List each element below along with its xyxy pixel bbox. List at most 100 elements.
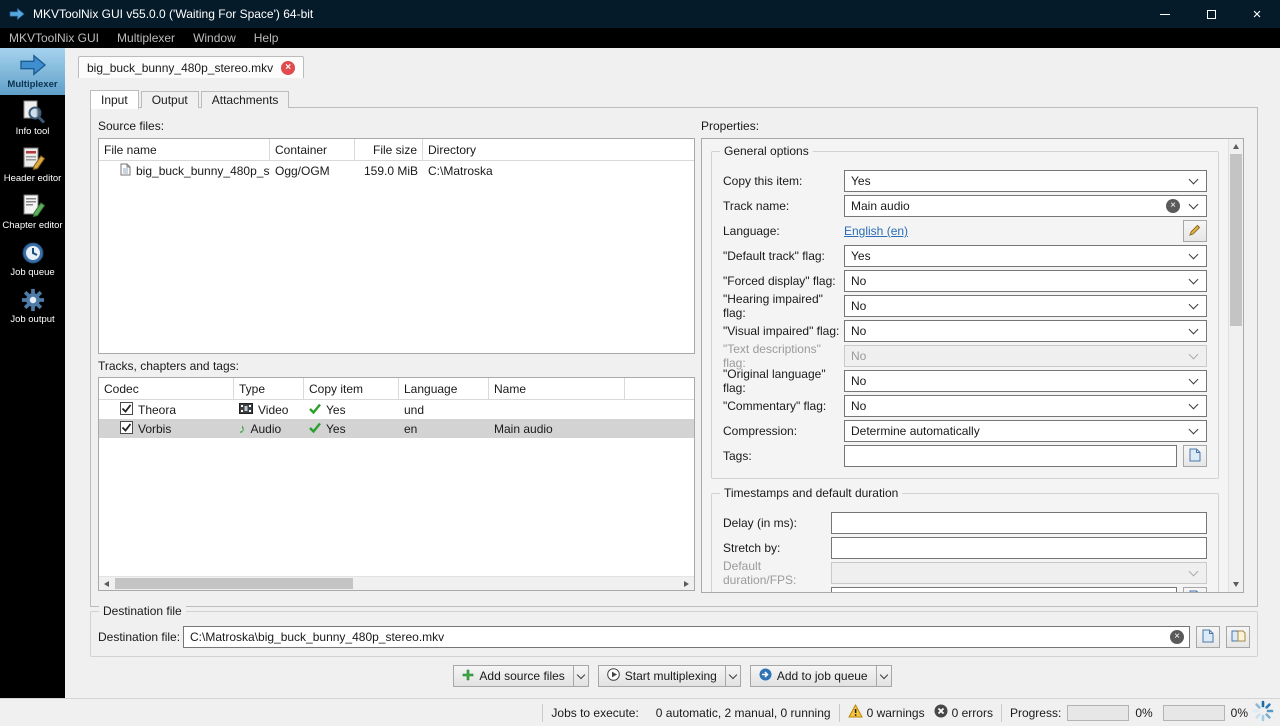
menu-mkvtoolnix-gui[interactable]: MKVToolNix GUI	[0, 28, 108, 48]
checkbox-checked-icon[interactable]	[120, 421, 133, 437]
input-tab-panel: Source files: File name Container File s…	[90, 107, 1258, 607]
scroll-track[interactable]	[114, 577, 679, 590]
sidebar-item-header-editor[interactable]: Header editor	[0, 142, 65, 189]
timestamp-file-browse-button[interactable]	[1183, 587, 1207, 592]
play-icon	[607, 668, 620, 684]
tab-attachments[interactable]: Attachments	[201, 91, 290, 108]
text-descriptions-flag-dropdown: No	[844, 345, 1207, 367]
scroll-right-arrow[interactable]	[679, 577, 694, 590]
properties-panel: General options Copy this item: Yes Trac…	[701, 138, 1244, 593]
destination-file-input[interactable]	[183, 626, 1190, 648]
tab-input[interactable]: Input	[90, 90, 139, 109]
scroll-thumb[interactable]	[115, 578, 353, 589]
check-icon	[309, 403, 321, 417]
start-multiplexing-button[interactable]: Start multiplexing	[598, 665, 741, 687]
track-row-audio[interactable]: Vorbis ♪ Audio Yes en Main audio	[99, 419, 694, 438]
scroll-up-arrow[interactable]	[1229, 139, 1243, 154]
column-header-directory[interactable]: Directory	[423, 139, 694, 160]
file-browse-icon	[1189, 448, 1201, 465]
sidebar-item-chapter-editor[interactable]: Chapter editor	[0, 189, 65, 236]
column-header-copy-item[interactable]: Copy item	[304, 378, 399, 399]
track-row-video[interactable]: Theora Video Yes und	[99, 400, 694, 419]
minimize-icon	[1160, 14, 1170, 15]
tab-output[interactable]: Output	[141, 91, 199, 108]
sidebar: Multiplexer Info tool Header editor Chap…	[0, 48, 65, 698]
column-header-language[interactable]: Language	[399, 378, 489, 399]
tags-input[interactable]	[844, 445, 1177, 467]
default-track-flag-dropdown[interactable]: Yes	[844, 245, 1207, 267]
commentary-flag-dropdown[interactable]: No	[844, 395, 1207, 417]
clear-icon[interactable]: ×	[1166, 199, 1180, 213]
progress-bar-current	[1067, 705, 1129, 721]
delay-input[interactable]	[831, 512, 1207, 534]
sidebar-item-info-tool[interactable]: Info tool	[0, 95, 65, 142]
copy-this-item-label: Copy this item:	[723, 174, 844, 188]
error-icon	[934, 704, 948, 721]
start-multiplexing-menu-arrow[interactable]	[725, 666, 740, 686]
minimize-button[interactable]	[1142, 0, 1188, 28]
audio-note-icon: ♪	[239, 421, 246, 436]
chevron-down-icon	[879, 670, 887, 678]
menu-help[interactable]: Help	[245, 28, 288, 48]
sidebar-item-label: Multiplexer	[7, 79, 57, 90]
compression-dropdown[interactable]: Determine automatically	[844, 420, 1207, 442]
hearing-impaired-flag-dropdown[interactable]: No	[844, 295, 1207, 317]
add-source-files-button[interactable]: Add source files	[453, 665, 588, 687]
clear-icon[interactable]: ×	[1170, 630, 1184, 644]
track-codec: Vorbis	[138, 422, 171, 436]
source-files-table[interactable]: File name Container File size Directory …	[98, 138, 695, 354]
destination-browse-button[interactable]	[1196, 626, 1220, 648]
scroll-track[interactable]	[1229, 154, 1243, 577]
add-icon	[462, 669, 474, 684]
add-source-files-menu-arrow[interactable]	[573, 666, 588, 686]
scroll-thumb[interactable]	[1230, 154, 1242, 326]
menubar: MKVToolNix GUI Multiplexer Window Help	[0, 28, 1280, 48]
timestamp-file-input[interactable]	[831, 587, 1177, 592]
menu-multiplexer[interactable]: Multiplexer	[108, 28, 184, 48]
sidebar-item-job-queue[interactable]: Job queue	[0, 236, 65, 283]
sidebar-item-job-output[interactable]: Job output	[0, 283, 65, 330]
destination-split-button[interactable]	[1226, 626, 1250, 648]
vertical-scrollbar[interactable]	[1228, 139, 1243, 592]
forced-display-flag-dropdown[interactable]: No	[844, 270, 1207, 292]
default-duration-label: Default duration/FPS:	[723, 559, 831, 587]
add-to-job-queue-button[interactable]: Add to job queue	[750, 665, 892, 687]
copy-this-item-dropdown[interactable]: Yes	[844, 170, 1207, 192]
menu-window[interactable]: Window	[184, 28, 245, 48]
scroll-left-arrow[interactable]	[99, 577, 114, 590]
sidebar-item-multiplexer[interactable]: Multiplexer	[0, 48, 65, 95]
column-header-container[interactable]: Container	[270, 139, 355, 160]
queue-arrow-icon	[759, 668, 772, 684]
chevron-down-icon	[1189, 400, 1199, 410]
original-language-flag-dropdown[interactable]: No	[844, 370, 1207, 392]
tracks-table[interactable]: Codec Type Copy item Language Name Theor…	[98, 377, 695, 591]
tab-close-icon[interactable]: ×	[281, 61, 295, 75]
tracks-label: Tracks, chapters and tags:	[98, 359, 239, 373]
window-controls: ×	[1142, 0, 1280, 28]
sidebar-item-label: Header editor	[4, 173, 62, 184]
progress-bar-total	[1163, 705, 1225, 721]
horizontal-scrollbar[interactable]	[99, 576, 694, 590]
close-button[interactable]: ×	[1234, 0, 1280, 28]
checkbox-checked-icon[interactable]	[120, 402, 133, 418]
file-tab[interactable]: big_buck_bunny_480p_stereo.mkv ×	[78, 56, 304, 78]
source-file-row[interactable]: big_buck_bunny_480p_ster… Ogg/OGM 159.0 …	[99, 161, 694, 180]
column-header-file-size[interactable]: File size	[355, 139, 423, 160]
check-icon	[309, 422, 321, 436]
language-edit-button[interactable]	[1183, 220, 1207, 242]
split-file-icon	[1231, 629, 1246, 646]
column-header-codec[interactable]: Codec	[99, 378, 234, 399]
column-header-name[interactable]: Name	[489, 378, 625, 399]
column-header-file-name[interactable]: File name	[99, 139, 270, 160]
source-file-size: 159.0 MiB	[364, 164, 418, 178]
stretch-by-input[interactable]	[831, 537, 1207, 559]
column-header-type[interactable]: Type	[234, 378, 304, 399]
add-to-job-queue-menu-arrow[interactable]	[876, 666, 891, 686]
tags-browse-button[interactable]	[1183, 445, 1207, 467]
language-link[interactable]: English (en)	[844, 224, 908, 238]
source-files-header: File name Container File size Directory	[99, 139, 694, 161]
visual-impaired-flag-dropdown[interactable]: No	[844, 320, 1207, 342]
track-name-combo[interactable]: Main audio ×	[844, 195, 1207, 217]
scroll-down-arrow[interactable]	[1229, 577, 1243, 592]
maximize-button[interactable]	[1188, 0, 1234, 28]
